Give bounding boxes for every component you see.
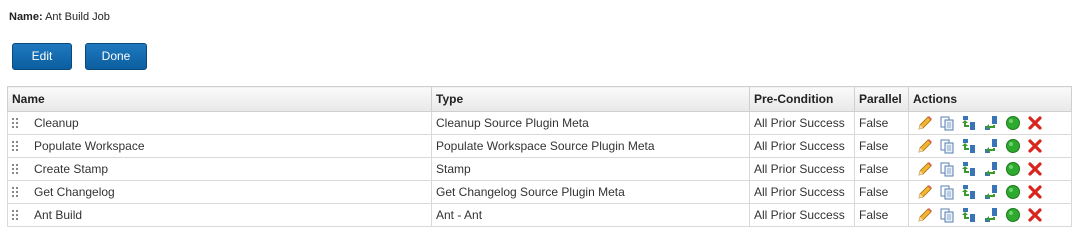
table-row[interactable]: Get Changelog Get Changelog Source Plugin… bbox=[7, 180, 1072, 204]
green-circle-icon[interactable] bbox=[1005, 161, 1021, 177]
cell-precondition: All Prior Success bbox=[749, 180, 855, 204]
cell-parallel: False bbox=[854, 157, 909, 181]
cell-actions bbox=[908, 157, 1072, 181]
green-circle-icon[interactable] bbox=[1005, 184, 1021, 200]
drag-handle-icon[interactable] bbox=[12, 164, 20, 175]
col-header-actions: Actions bbox=[908, 86, 1072, 112]
move-up-icon[interactable] bbox=[961, 138, 977, 154]
cell-type: Populate Workspace Source Plugin Meta bbox=[431, 134, 750, 158]
table-header-row: Name Type Pre-Condition Parallel Actions bbox=[7, 86, 1072, 112]
cell-parallel: False bbox=[854, 134, 909, 158]
cell-parallel: False bbox=[854, 180, 909, 204]
table-row[interactable]: Cleanup Cleanup Source Plugin Meta All Pri… bbox=[7, 111, 1072, 135]
cell-actions bbox=[908, 203, 1072, 227]
cell-actions bbox=[908, 134, 1072, 158]
green-circle-icon[interactable] bbox=[1005, 207, 1021, 223]
cell-type: Ant - Ant bbox=[431, 203, 750, 227]
move-up-icon[interactable] bbox=[961, 207, 977, 223]
table-row[interactable]: Populate Workspace Populate Workspace Sou… bbox=[7, 134, 1072, 158]
col-header-type[interactable]: Type bbox=[431, 86, 750, 112]
done-button[interactable]: Done bbox=[85, 43, 147, 70]
red-x-icon[interactable] bbox=[1027, 207, 1043, 223]
move-down-icon[interactable] bbox=[983, 138, 999, 154]
copy-icon[interactable] bbox=[939, 138, 955, 154]
red-x-icon[interactable] bbox=[1027, 138, 1043, 154]
drag-handle-icon[interactable] bbox=[12, 187, 20, 198]
cell-parallel: False bbox=[854, 203, 909, 227]
pencil-icon[interactable] bbox=[917, 207, 933, 223]
cell-precondition: All Prior Success bbox=[749, 157, 855, 181]
move-up-icon[interactable] bbox=[961, 115, 977, 131]
edit-button[interactable]: Edit bbox=[12, 43, 72, 70]
move-down-icon[interactable] bbox=[983, 207, 999, 223]
cell-name: Create Stamp bbox=[7, 157, 432, 181]
copy-icon[interactable] bbox=[939, 184, 955, 200]
cell-name: Cleanup bbox=[7, 111, 432, 135]
table-row[interactable]: Ant Build Ant - Ant All Prior Success False bbox=[7, 203, 1072, 227]
cell-parallel: False bbox=[854, 111, 909, 135]
red-x-icon[interactable] bbox=[1027, 184, 1043, 200]
cell-name: Ant Build bbox=[7, 203, 432, 227]
copy-icon[interactable] bbox=[939, 161, 955, 177]
cell-precondition: All Prior Success bbox=[749, 203, 855, 227]
move-up-icon[interactable] bbox=[961, 161, 977, 177]
green-circle-icon[interactable] bbox=[1005, 115, 1021, 131]
step-name: Cleanup bbox=[34, 116, 79, 130]
cell-precondition: All Prior Success bbox=[749, 111, 855, 135]
cell-type: Cleanup Source Plugin Meta bbox=[431, 111, 750, 135]
cell-actions bbox=[908, 180, 1072, 204]
move-down-icon[interactable] bbox=[983, 184, 999, 200]
cell-type: Get Changelog Source Plugin Meta bbox=[431, 180, 750, 204]
cell-type: Stamp bbox=[431, 157, 750, 181]
move-up-icon[interactable] bbox=[961, 184, 977, 200]
pencil-icon[interactable] bbox=[917, 184, 933, 200]
col-header-name[interactable]: Name bbox=[7, 86, 432, 112]
drag-handle-icon[interactable] bbox=[12, 118, 20, 129]
col-header-parallel[interactable]: Parallel bbox=[854, 86, 909, 112]
steps-table: Name Type Pre-Condition Parallel Actions… bbox=[7, 86, 1072, 227]
red-x-icon[interactable] bbox=[1027, 115, 1043, 131]
table-row[interactable]: Create Stamp Stamp All Prior Success False bbox=[7, 157, 1072, 181]
col-header-precondition[interactable]: Pre-Condition bbox=[749, 86, 855, 112]
job-name-value: Ant Build Job bbox=[45, 11, 110, 23]
job-name-label: Name: bbox=[9, 11, 43, 23]
step-name: Create Stamp bbox=[34, 162, 109, 176]
step-name: Get Changelog bbox=[34, 185, 115, 199]
copy-icon[interactable] bbox=[939, 207, 955, 223]
green-circle-icon[interactable] bbox=[1005, 138, 1021, 154]
pencil-icon[interactable] bbox=[917, 138, 933, 154]
cell-name: Populate Workspace bbox=[7, 134, 432, 158]
pencil-icon[interactable] bbox=[917, 115, 933, 131]
cell-actions bbox=[908, 111, 1072, 135]
pencil-icon[interactable] bbox=[917, 161, 933, 177]
move-down-icon[interactable] bbox=[983, 161, 999, 177]
copy-icon[interactable] bbox=[939, 115, 955, 131]
red-x-icon[interactable] bbox=[1027, 161, 1043, 177]
step-name: Populate Workspace bbox=[34, 139, 145, 153]
step-name: Ant Build bbox=[34, 208, 83, 222]
job-name-line: Name: Ant Build Job bbox=[9, 11, 110, 23]
cell-name: Get Changelog bbox=[7, 180, 432, 204]
cell-precondition: All Prior Success bbox=[749, 134, 855, 158]
drag-handle-icon[interactable] bbox=[12, 141, 20, 152]
move-down-icon[interactable] bbox=[983, 115, 999, 131]
drag-handle-icon[interactable] bbox=[12, 210, 20, 221]
